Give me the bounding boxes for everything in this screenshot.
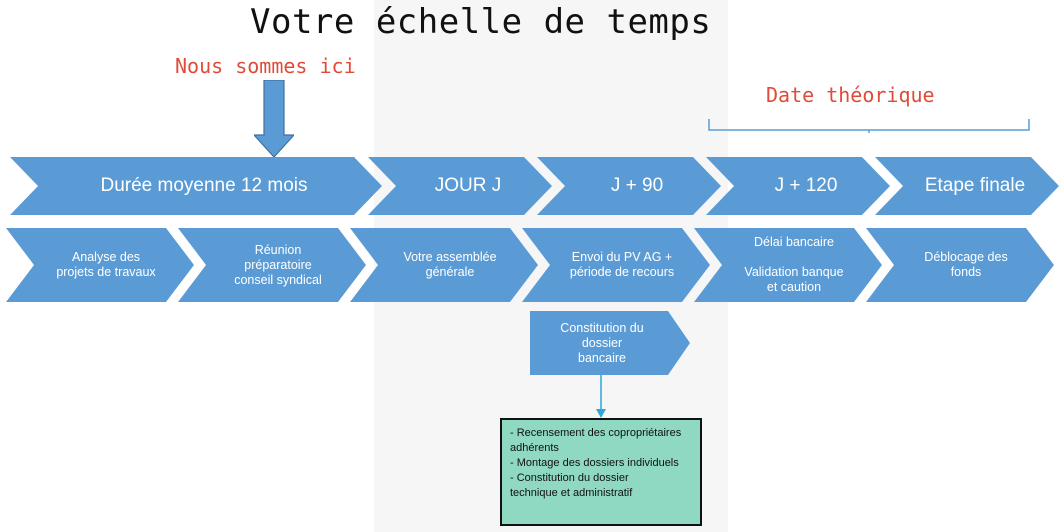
step-line: dossier (581, 335, 623, 350)
step-line: conseil syndical (234, 272, 322, 287)
detail-line: - Montage des dossiers individuels (510, 457, 679, 469)
step-line: Envoi du PV AG + (571, 250, 673, 264)
step-line: Validation banque (744, 265, 844, 279)
detail-line: - Constitution du dossier (510, 472, 629, 484)
step-line: préparatoire (244, 257, 312, 272)
phase-label: Etape finale (924, 175, 1026, 196)
step-pv-sending: Envoi du PV AG + période de recours (522, 228, 710, 302)
phase-label: J + 120 (774, 175, 838, 196)
connector-arrow-icon (596, 375, 606, 418)
step-line: et caution (766, 280, 822, 294)
phase-label: JOUR J (434, 175, 502, 196)
detail-line: adhérents (510, 442, 559, 454)
phase-final: Etape finale (875, 157, 1059, 215)
step-assembly: Votre assemblée générale (350, 228, 538, 302)
step-line: bancaire (578, 350, 626, 365)
step-line: Réunion (254, 242, 302, 257)
date-range-brace (708, 119, 1030, 133)
step-line: fonds (950, 265, 982, 279)
theoretical-date-label: Date théorique (766, 83, 935, 107)
current-position-label: Nous sommes ici (175, 54, 356, 78)
step-bank-delay: Délai bancaire Validation banque et caut… (694, 228, 882, 302)
step-line: projets de travaux (56, 265, 156, 279)
detail-line: - Recensement des copropriétaires (510, 427, 682, 439)
step-line: période de recours (569, 265, 675, 279)
step-line: Délai bancaire (754, 235, 834, 249)
detail-line: technique et administratif (510, 487, 633, 499)
step-line: Analyse des (71, 250, 141, 264)
step-analysis: Analyse des projets de travaux (6, 228, 194, 302)
detail-box: - Recensement des copropriétaires adhére… (500, 418, 702, 526)
step-meeting: Réunion préparatoire conseil syndical (178, 228, 366, 302)
page-title: Votre échelle de temps (250, 2, 712, 42)
step-line: générale (425, 265, 475, 279)
step-bank-file: Constitution du dossier bancaire (530, 311, 690, 375)
down-arrow-icon (254, 80, 294, 157)
step-line: Votre assemblée (403, 250, 497, 264)
phase-label: J + 90 (610, 175, 664, 196)
phase-label: Durée moyenne 12 mois (100, 175, 308, 196)
step-line: Déblocage des (924, 250, 1008, 264)
step-release: Déblocage des fonds (866, 228, 1054, 302)
phase-j120: J + 120 (706, 157, 890, 215)
phase-duration: Durée moyenne 12 mois (10, 157, 382, 215)
step-line: Constitution du (560, 320, 644, 335)
